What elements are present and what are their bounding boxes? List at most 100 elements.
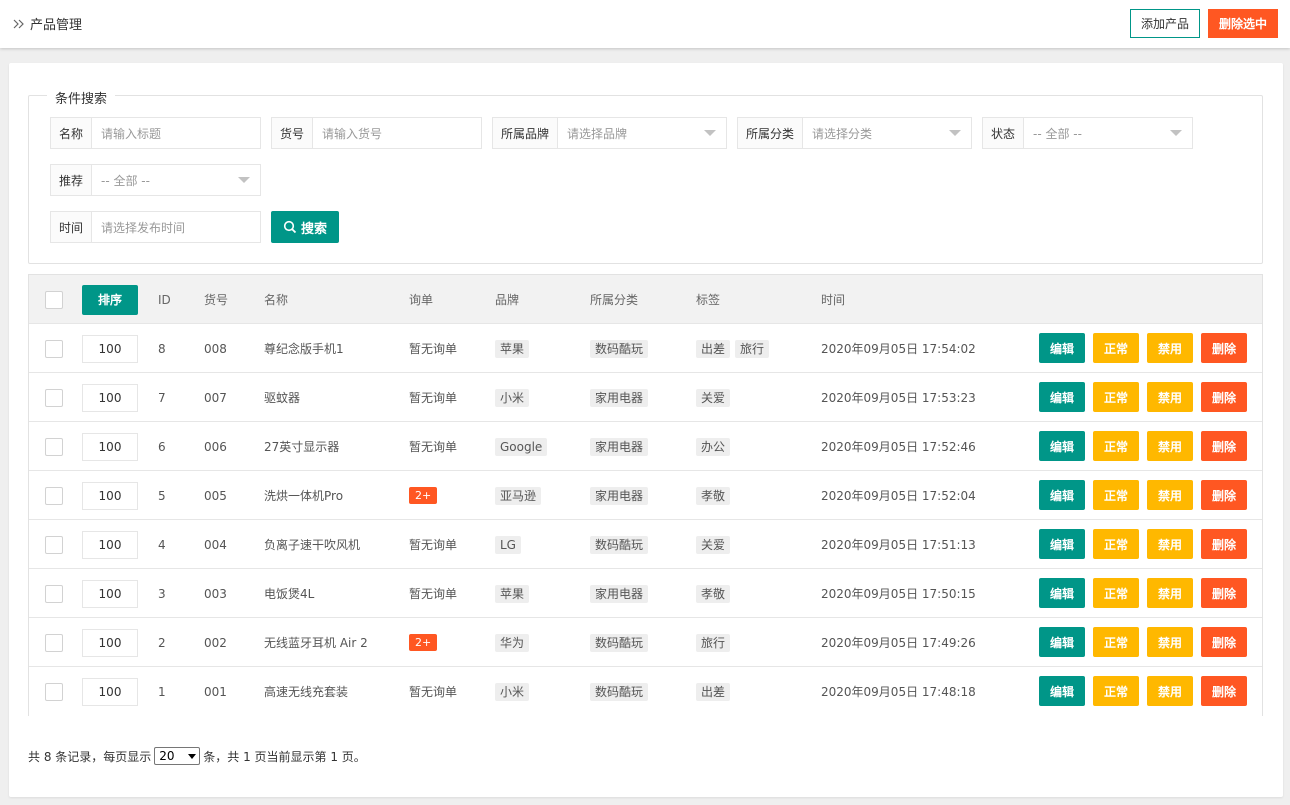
- delete-button[interactable]: 删除: [1201, 529, 1247, 559]
- brand-tag: 苹果: [495, 584, 530, 603]
- normal-button[interactable]: 正常: [1093, 431, 1139, 461]
- sort-input[interactable]: 100: [82, 334, 138, 363]
- sort-input[interactable]: 100: [82, 481, 138, 510]
- disable-button[interactable]: 禁用: [1147, 529, 1193, 559]
- normal-button[interactable]: 正常: [1093, 480, 1139, 510]
- caret-down-icon: [949, 130, 961, 136]
- cell-tags: 办公: [696, 422, 735, 471]
- edit-button[interactable]: 编辑: [1039, 676, 1085, 706]
- normal-button[interactable]: 正常: [1093, 529, 1139, 559]
- cell-category: 数码酷玩: [590, 618, 653, 667]
- row-select-cell: [45, 618, 63, 667]
- edit-button[interactable]: 编辑: [1039, 382, 1085, 412]
- search-icon: [283, 220, 297, 234]
- sort-button[interactable]: 排序: [82, 284, 138, 315]
- label-tag: 办公: [696, 437, 731, 456]
- cell-time: 2020年09月05日 17:54:02: [821, 342, 976, 356]
- category-tag: 数码酷玩: [590, 682, 649, 701]
- inquiry-badge[interactable]: 2+: [409, 634, 438, 651]
- inquiry-badge[interactable]: 2+: [409, 487, 438, 504]
- disable-button[interactable]: 禁用: [1147, 480, 1193, 510]
- cell-id: 6: [158, 439, 166, 454]
- cell-time: 2020年09月05日 17:48:18: [821, 685, 976, 699]
- row-select-cell: [45, 569, 63, 618]
- disable-button[interactable]: 禁用: [1147, 676, 1193, 706]
- row-checkbox[interactable]: [45, 388, 63, 407]
- table-header: 排序 ID 货号 名称 询单 品牌 所属分类 标签 时间: [29, 275, 1262, 324]
- edit-button[interactable]: 编辑: [1039, 480, 1085, 510]
- name-input[interactable]: 请输入标题: [92, 118, 260, 148]
- category-tag: 数码酷玩: [590, 535, 649, 554]
- sort-input[interactable]: 100: [82, 677, 138, 706]
- edit-button[interactable]: 编辑: [1039, 431, 1085, 461]
- cell-brand: 华为: [495, 618, 534, 667]
- cell-category: 家用电器: [590, 422, 653, 471]
- search-button[interactable]: 搜索: [271, 211, 339, 243]
- select-all-checkbox[interactable]: [45, 290, 63, 309]
- time-label: 时间: [51, 212, 92, 242]
- normal-button[interactable]: 正常: [1093, 382, 1139, 412]
- cell-inquiry: 暂无询单: [409, 391, 458, 405]
- row-checkbox[interactable]: [45, 633, 63, 652]
- sort-input[interactable]: 100: [82, 628, 138, 657]
- cell-brand: 小米: [495, 667, 534, 716]
- disable-button[interactable]: 禁用: [1147, 333, 1193, 363]
- delete-button[interactable]: 删除: [1201, 333, 1247, 363]
- table-row: 100 7 007 驱蚊器 暂无询单 小米 家用电器 关爱 2020年09月05日 17:53:…: [29, 373, 1262, 422]
- row-checkbox[interactable]: [45, 535, 63, 554]
- row-checkbox[interactable]: [45, 339, 63, 358]
- sort-input[interactable]: 100: [82, 383, 138, 412]
- row-checkbox[interactable]: [45, 682, 63, 701]
- row-checkbox[interactable]: [45, 584, 63, 603]
- normal-button[interactable]: 正常: [1093, 578, 1139, 608]
- cell-time: 2020年09月05日 17:51:13: [821, 538, 976, 552]
- edit-button[interactable]: 编辑: [1039, 627, 1085, 657]
- cell-sku: 003: [204, 586, 227, 601]
- label-tag: 孝敬: [696, 584, 731, 603]
- row-select-cell: [45, 667, 63, 716]
- delete-button[interactable]: 删除: [1201, 627, 1247, 657]
- cell-time: 2020年09月05日 17:52:04: [821, 489, 976, 503]
- brand-label: 所属品牌: [493, 118, 558, 148]
- category-select-placeholder: 请选择分类: [812, 126, 873, 141]
- breadcrumb: 产品管理: [12, 14, 82, 33]
- sort-input[interactable]: 100: [82, 579, 138, 608]
- page-size-select[interactable]: 20: [154, 747, 201, 765]
- delete-button[interactable]: 删除: [1201, 382, 1247, 412]
- row-checkbox[interactable]: [45, 486, 63, 505]
- edit-button[interactable]: 编辑: [1039, 529, 1085, 559]
- sort-input[interactable]: 100: [82, 432, 138, 461]
- delete-button[interactable]: 删除: [1201, 676, 1247, 706]
- status-select[interactable]: -- 全部 --: [1024, 118, 1192, 148]
- sort-cell: 排序: [82, 275, 138, 324]
- cell-inquiry: 暂无询单: [409, 587, 458, 601]
- delete-selected-button[interactable]: 删除选中: [1208, 9, 1278, 38]
- sku-input[interactable]: 请输入货号: [313, 118, 481, 148]
- content-card: 条件搜索 名称 请输入标题 货号 请输入货号 所属品牌 请选择品牌 所属分类 请…: [9, 63, 1283, 797]
- normal-button[interactable]: 正常: [1093, 676, 1139, 706]
- time-input[interactable]: 请选择发布时间: [92, 212, 260, 242]
- select-all-cell: [45, 275, 63, 324]
- normal-button[interactable]: 正常: [1093, 627, 1139, 657]
- sort-cell: 100: [82, 569, 138, 618]
- brand-select[interactable]: 请选择品牌: [558, 118, 726, 148]
- row-checkbox[interactable]: [45, 437, 63, 456]
- cell-sku: 008: [204, 341, 227, 356]
- search-legend: 条件搜索: [47, 88, 116, 107]
- delete-button[interactable]: 删除: [1201, 431, 1247, 461]
- disable-button[interactable]: 禁用: [1147, 627, 1193, 657]
- disable-button[interactable]: 禁用: [1147, 431, 1193, 461]
- add-product-button[interactable]: 添加产品: [1130, 9, 1200, 38]
- edit-button[interactable]: 编辑: [1039, 578, 1085, 608]
- label-tag: 孝敬: [696, 486, 731, 505]
- sort-input[interactable]: 100: [82, 530, 138, 559]
- normal-button[interactable]: 正常: [1093, 333, 1139, 363]
- cell-brand: 苹果: [495, 569, 534, 618]
- delete-button[interactable]: 删除: [1201, 578, 1247, 608]
- disable-button[interactable]: 禁用: [1147, 578, 1193, 608]
- disable-button[interactable]: 禁用: [1147, 382, 1193, 412]
- recommend-select[interactable]: -- 全部 --: [92, 165, 260, 195]
- edit-button[interactable]: 编辑: [1039, 333, 1085, 363]
- category-select[interactable]: 请选择分类: [803, 118, 971, 148]
- delete-button[interactable]: 删除: [1201, 480, 1247, 510]
